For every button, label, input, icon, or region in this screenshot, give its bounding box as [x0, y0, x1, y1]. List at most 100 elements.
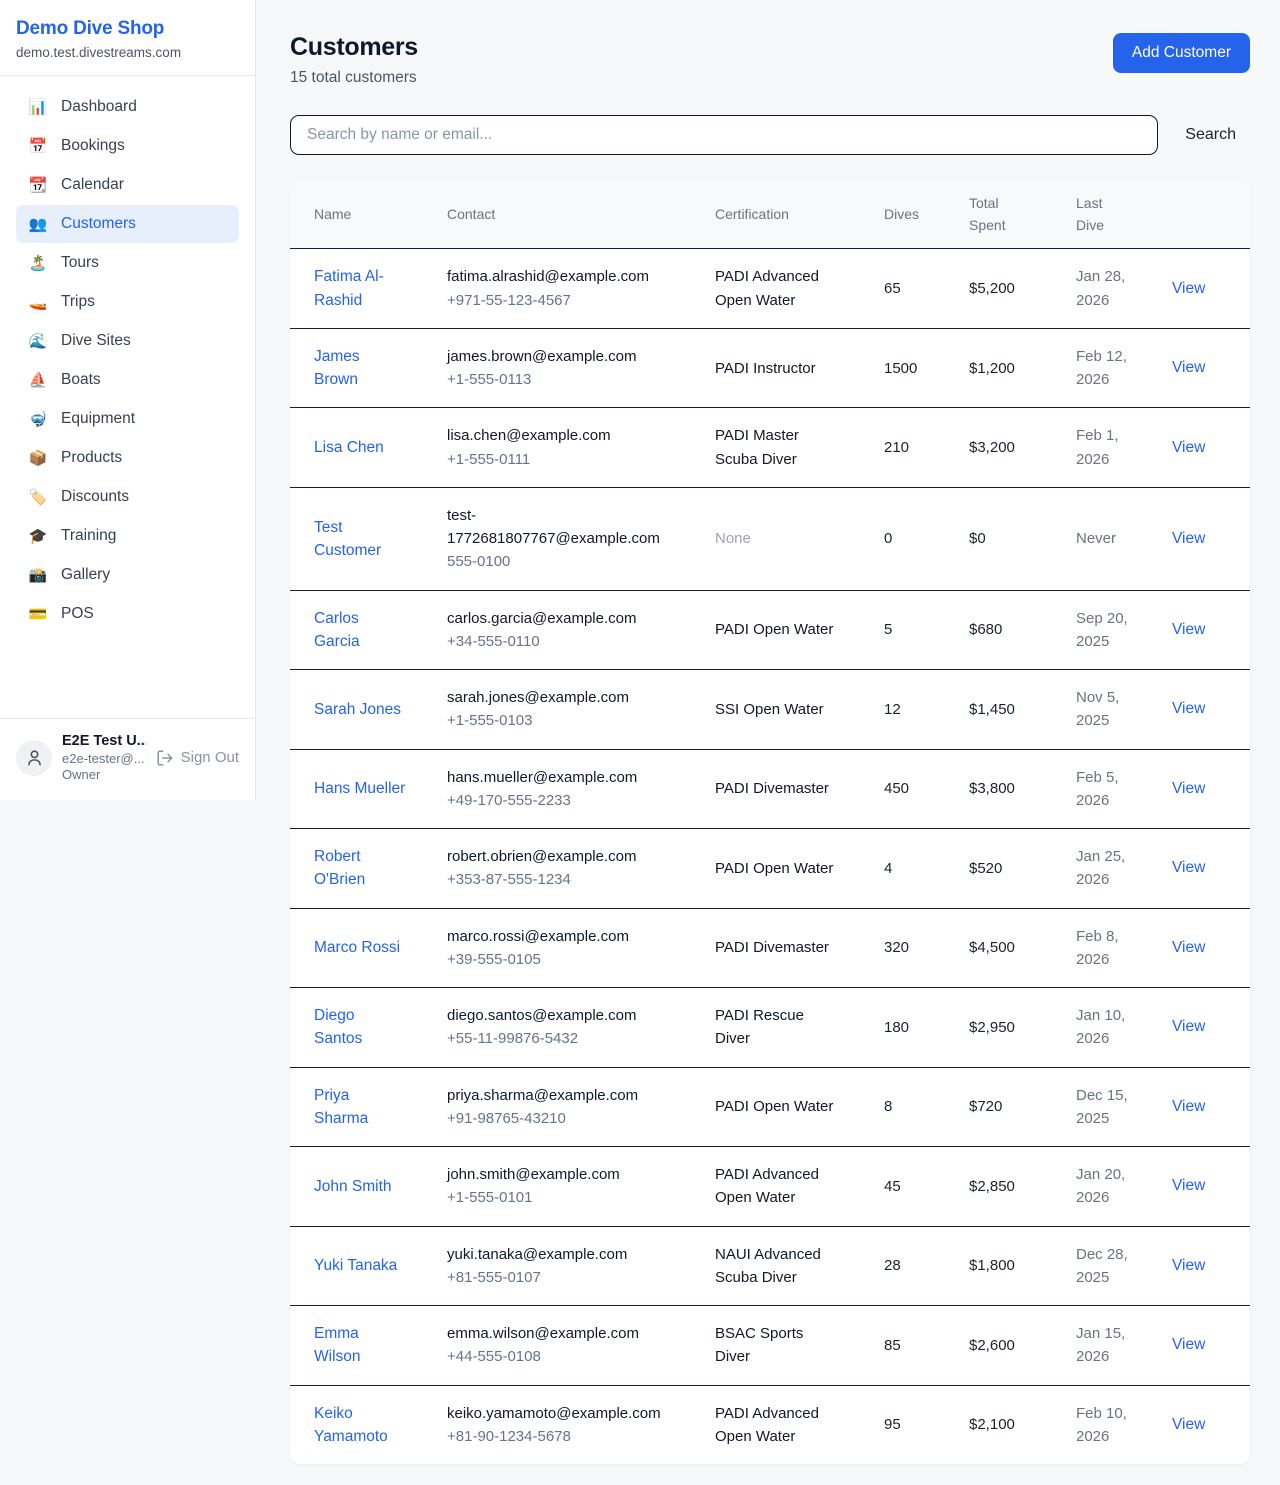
customer-last-dive: Jan 25, 2026 [1064, 829, 1164, 909]
sign-out-button[interactable]: Sign Out [156, 749, 239, 767]
customer-phone: +44-555-0108 [447, 1345, 671, 1368]
customer-total-spent: $2,950 [957, 988, 1064, 1068]
customer-name-link[interactable]: Emma Wilson [314, 1325, 361, 1365]
customer-name-link[interactable]: Yuki Tanaka [314, 1257, 397, 1274]
customer-name-link[interactable]: Priya Sharma [314, 1087, 368, 1127]
customer-name-link[interactable]: Robert O'Brien [314, 848, 365, 888]
discounts-icon: 🏷️ [28, 490, 48, 505]
customer-email: marco.rossi@example.com [447, 925, 671, 948]
main-content: Customers 15 total customers Add Custome… [256, 0, 1280, 1464]
customer-last-dive: Sep 20, 2025 [1064, 590, 1164, 670]
customer-dives: 450 [872, 749, 957, 829]
customer-name-link[interactable]: Carlos Garcia [314, 610, 360, 650]
customer-name-link[interactable]: Fatima Al-Rashid [314, 268, 384, 308]
sidebar-item-equipment[interactable]: 🤿 Equipment [16, 400, 239, 438]
customer-name-link[interactable]: Keiko Yamamoto [314, 1405, 388, 1445]
sidebar-item-gallery[interactable]: 📸 Gallery [16, 556, 239, 594]
sidebar-item-trips[interactable]: 🚤 Trips [16, 283, 239, 321]
customer-email: emma.wilson@example.com [447, 1322, 671, 1345]
search-button[interactable]: Search [1185, 126, 1236, 144]
customer-phone: +55-11-99876-5432 [447, 1027, 671, 1050]
sidebar-item-discounts[interactable]: 🏷️ Discounts [16, 478, 239, 516]
view-customer-link[interactable]: View [1172, 939, 1205, 956]
customer-total-spent: $4,500 [957, 908, 1064, 988]
customer-certification: PADI Open Water [703, 829, 872, 909]
table-row: Emma Wilson emma.wilson@example.com +44-… [290, 1306, 1250, 1386]
customers-table-card: Name Contact Certification Dives Total S… [290, 181, 1250, 1464]
view-customer-link[interactable]: View [1172, 439, 1205, 456]
sidebar-item-dive-sites[interactable]: 🌊 Dive Sites [16, 322, 239, 360]
table-row: Carlos Garcia carlos.garcia@example.com … [290, 590, 1250, 670]
table-row: Yuki Tanaka yuki.tanaka@example.com +81-… [290, 1226, 1250, 1306]
view-customer-link[interactable]: View [1172, 1018, 1205, 1035]
customer-certification: BSAC Sports Diver [703, 1306, 872, 1386]
customer-phone: +81-555-0107 [447, 1266, 671, 1289]
sidebar-item-pos[interactable]: 💳 POS [16, 595, 239, 633]
sidebar-item-dashboard[interactable]: 📊 Dashboard [16, 88, 239, 126]
customer-dives: 45 [872, 1147, 957, 1227]
customer-dives: 180 [872, 988, 957, 1068]
customer-certification: SSI Open Water [703, 670, 872, 750]
customer-phone: +1-555-0111 [447, 448, 671, 471]
customer-email: test-1772681807767@example.com [447, 504, 671, 551]
customer-name-link[interactable]: James Brown [314, 348, 360, 388]
customer-contact-cell: james.brown@example.com +1-555-0113 [435, 328, 703, 408]
table-row: James Brown james.brown@example.com +1-5… [290, 328, 1250, 408]
customer-certification: PADI Advanced Open Water [703, 1385, 872, 1464]
customer-name-link[interactable]: Sarah Jones [314, 701, 401, 718]
customer-name-link[interactable]: Hans Mueller [314, 780, 405, 797]
sidebar-item-products[interactable]: 📦 Products [16, 439, 239, 477]
customer-name-link[interactable]: Lisa Chen [314, 439, 384, 456]
col-last-dive: Last Dive [1064, 181, 1164, 249]
customer-name-link[interactable]: Diego Santos [314, 1007, 362, 1047]
user-role: Owner [62, 767, 146, 782]
view-customer-link[interactable]: View [1172, 700, 1205, 717]
products-icon: 📦 [28, 451, 48, 466]
sidebar-item-boats[interactable]: ⛵ Boats [16, 361, 239, 399]
view-customer-link[interactable]: View [1172, 1257, 1205, 1274]
view-customer-link[interactable]: View [1172, 621, 1205, 638]
equipment-icon: 🤿 [28, 412, 48, 427]
customers-icon: 👥 [28, 217, 48, 232]
customer-certification: PADI Open Water [703, 1067, 872, 1147]
view-customer-link[interactable]: View [1172, 780, 1205, 797]
customer-dives: 4 [872, 829, 957, 909]
view-customer-link[interactable]: View [1172, 280, 1205, 297]
view-customer-link[interactable]: View [1172, 1336, 1205, 1353]
sidebar-item-training[interactable]: 🎓 Training [16, 517, 239, 555]
view-customer-link[interactable]: View [1172, 530, 1205, 547]
table-row: Keiko Yamamoto keiko.yamamoto@example.co… [290, 1385, 1250, 1464]
add-customer-button[interactable]: Add Customer [1113, 33, 1250, 73]
customer-name-link[interactable]: Test Customer [314, 519, 381, 559]
table-row: Test Customer test-1772681807767@example… [290, 487, 1250, 590]
view-customer-link[interactable]: View [1172, 359, 1205, 376]
customer-email: sarah.jones@example.com [447, 686, 671, 709]
view-customer-link[interactable]: View [1172, 1416, 1205, 1433]
customer-contact-cell: lisa.chen@example.com +1-555-0111 [435, 408, 703, 488]
sidebar-item-customers[interactable]: 👥 Customers [16, 205, 239, 243]
view-customer-link[interactable]: View [1172, 1098, 1205, 1115]
search-bar: Search [290, 115, 1250, 155]
customer-name-link[interactable]: Marco Rossi [314, 939, 400, 956]
customer-name-link[interactable]: John Smith [314, 1178, 392, 1195]
sidebar-item-bookings[interactable]: 📅 Bookings [16, 127, 239, 165]
table-header: Name Contact Certification Dives Total S… [290, 181, 1250, 249]
col-total-spent: Total Spent [957, 181, 1064, 249]
sidebar-item-calendar[interactable]: 📆 Calendar [16, 166, 239, 204]
customer-last-dive: Feb 1, 2026 [1064, 408, 1164, 488]
sidebar-item-tours[interactable]: 🏝️ Tours [16, 244, 239, 282]
search-input[interactable] [290, 115, 1158, 155]
customer-certification: NAUI Advanced Scuba Diver [703, 1226, 872, 1306]
customer-email: lisa.chen@example.com [447, 424, 671, 447]
customer-email: james.brown@example.com [447, 345, 671, 368]
customer-total-spent: $520 [957, 829, 1064, 909]
table-row: Hans Mueller hans.mueller@example.com +4… [290, 749, 1250, 829]
sidebar: Demo Dive Shop demo.test.divestreams.com… [0, 0, 256, 800]
customer-contact-cell: sarah.jones@example.com +1-555-0103 [435, 670, 703, 750]
view-customer-link[interactable]: View [1172, 859, 1205, 876]
customer-contact-cell: john.smith@example.com +1-555-0101 [435, 1147, 703, 1227]
customer-contact-cell: robert.obrien@example.com +353-87-555-12… [435, 829, 703, 909]
customer-contact-cell: priya.sharma@example.com +91-98765-43210 [435, 1067, 703, 1147]
view-customer-link[interactable]: View [1172, 1177, 1205, 1194]
col-actions [1164, 181, 1250, 249]
